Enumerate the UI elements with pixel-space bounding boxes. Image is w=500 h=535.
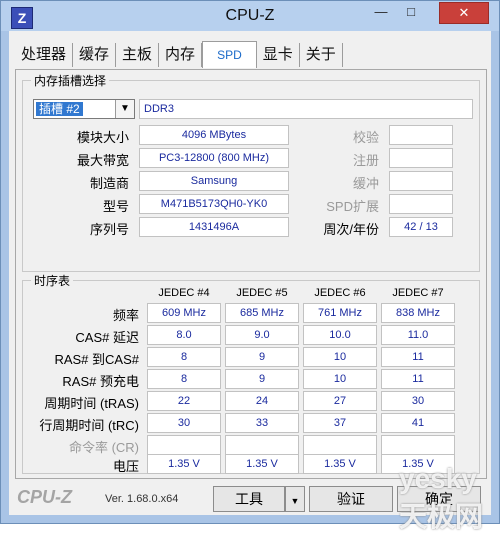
maximize-button[interactable]: □ xyxy=(397,2,425,22)
timing-cell: 11.0 xyxy=(381,325,455,345)
tab-caches[interactable]: 缓存 xyxy=(73,43,117,67)
tab-bar: 处理器 缓存 主板 内存 SPD 显卡 关于 xyxy=(15,41,343,69)
timing-cell: 1.35 V xyxy=(225,454,299,474)
correction-field xyxy=(389,125,453,145)
week-year-field: 42 / 13 xyxy=(389,217,453,237)
timing-cell: 10 xyxy=(303,347,377,367)
slot-selection-group: 内存插槽选择 插槽 #2 ▼ DDR3 模块大小 4096 MBytes 校验 … xyxy=(22,72,480,272)
title-bar[interactable]: Z CPU-Z — □ ✕ xyxy=(1,1,499,31)
column-header-jedec7: JEDEC #7 xyxy=(392,287,444,299)
timing-cell xyxy=(303,435,377,455)
tab-spd[interactable]: SPD xyxy=(202,41,257,68)
spd-panel: 内存插槽选择 插槽 #2 ▼ DDR3 模块大小 4096 MBytes 校验 … xyxy=(15,69,487,479)
tab-memory[interactable]: 内存 xyxy=(159,43,203,67)
timing-cell: 33 xyxy=(225,413,299,433)
registered-label: 注册 xyxy=(352,153,379,168)
frequency-label: 频率 xyxy=(112,308,139,323)
slot-selection-legend: 内存插槽选择 xyxy=(31,72,110,89)
timing-cell xyxy=(381,435,455,455)
timing-cell: 9.0 xyxy=(225,325,299,345)
command-rate-label: 命令率 (CR) xyxy=(68,440,139,455)
timing-cell: 24 xyxy=(225,391,299,411)
watermark: yesky 天极网 xyxy=(399,463,484,532)
timing-cell: 11 xyxy=(381,347,455,367)
cpu-z-logo: CPU-Z xyxy=(17,487,72,507)
timing-cell: 1.35 V xyxy=(303,454,377,474)
timing-cell xyxy=(147,435,221,455)
tab-graphics[interactable]: 显卡 xyxy=(257,43,300,67)
version-label: Ver. 1.68.0.x64 xyxy=(105,493,179,505)
manufacturer-field: Samsung xyxy=(139,171,289,191)
spd-ext-field xyxy=(389,194,453,214)
timing-cell xyxy=(225,435,299,455)
part-number-label: 型号 xyxy=(102,199,129,214)
slot-select-value: 插槽 #2 xyxy=(36,102,83,116)
spd-ext-label: SPD扩展 xyxy=(326,199,379,214)
client-area: 处理器 缓存 主板 内存 SPD 显卡 关于 内存插槽选择 插槽 #2 ▼ DD… xyxy=(9,31,491,515)
column-header-jedec5: JEDEC #5 xyxy=(236,287,288,299)
week-year-label: 周次/年份 xyxy=(323,222,379,237)
chevron-down-icon[interactable]: ▼ xyxy=(115,100,134,118)
part-number-field: M471B5173QH0-YK0 xyxy=(139,194,289,214)
correction-label: 校验 xyxy=(352,130,379,145)
buffered-label: 缓冲 xyxy=(352,176,379,191)
timing-cell: 30 xyxy=(381,391,455,411)
timing-cell: 609 MHz xyxy=(147,303,221,323)
tools-button[interactable]: 工具 xyxy=(213,486,285,512)
timing-cell: 9 xyxy=(225,347,299,367)
serial-number-label: 序列号 xyxy=(89,222,129,237)
module-type-field: DDR3 xyxy=(139,99,473,119)
timing-cell: 10.0 xyxy=(303,325,377,345)
timing-cell: 761 MHz xyxy=(303,303,377,323)
tab-mainboard[interactable]: 主板 xyxy=(116,43,160,67)
timing-cell: 11 xyxy=(381,369,455,389)
serial-number-field: 1431496A xyxy=(139,217,289,237)
validate-button[interactable]: 验证 xyxy=(309,486,393,512)
column-header-jedec4: JEDEC #4 xyxy=(158,287,210,299)
maximize-icon: □ xyxy=(407,4,415,19)
tab-cpu[interactable]: 处理器 xyxy=(15,43,74,67)
tab-about[interactable]: 关于 xyxy=(300,43,343,67)
module-size-field: 4096 MBytes xyxy=(139,125,289,145)
tras-label: 周期时间 (tRAS) xyxy=(44,396,139,411)
timings-legend: 时序表 xyxy=(31,272,74,289)
module-size-label: 模块大小 xyxy=(76,130,129,145)
tools-dropdown-button[interactable]: ▼ xyxy=(285,486,305,512)
timing-cell: 10 xyxy=(303,369,377,389)
timing-cell: 9 xyxy=(225,369,299,389)
max-bandwidth-field: PC3-12800 (800 MHz) xyxy=(139,148,289,168)
voltage-label: 电压 xyxy=(112,459,139,474)
registered-field xyxy=(389,148,453,168)
app-window: Z CPU-Z — □ ✕ 处理器 缓存 主板 内存 SPD 显卡 关于 内存插… xyxy=(0,0,500,532)
timing-cell: 1.35 V xyxy=(147,454,221,474)
trc-label: 行周期时间 (tRC) xyxy=(39,418,139,433)
ras-precharge-label: RAS# 预充电 xyxy=(62,374,139,389)
timing-cell: 8.0 xyxy=(147,325,221,345)
cas-latency-label: CAS# 延迟 xyxy=(75,330,139,345)
timing-cell: 27 xyxy=(303,391,377,411)
minimize-button[interactable]: — xyxy=(367,2,395,22)
close-icon: ✕ xyxy=(458,5,470,20)
minimize-icon: — xyxy=(374,4,388,19)
column-header-jedec6: JEDEC #6 xyxy=(314,287,366,299)
timings-group: 时序表 JEDEC #4 JEDEC #5 JEDEC #6 JEDEC #7 … xyxy=(22,272,480,474)
buffered-field xyxy=(389,171,453,191)
timing-cell: 30 xyxy=(147,413,221,433)
timing-cell: 8 xyxy=(147,347,221,367)
timing-cell: 22 xyxy=(147,391,221,411)
timing-cell: 838 MHz xyxy=(381,303,455,323)
timing-cell: 8 xyxy=(147,369,221,389)
ras-to-cas-label: RAS# 到CAS# xyxy=(54,352,139,367)
timing-cell: 37 xyxy=(303,413,377,433)
max-bandwidth-label: 最大带宽 xyxy=(76,153,129,168)
timing-cell: 41 xyxy=(381,413,455,433)
chevron-down-icon: ▼ xyxy=(290,496,300,506)
close-button[interactable]: ✕ xyxy=(439,2,489,24)
manufacturer-label: 制造商 xyxy=(89,176,129,191)
slot-select[interactable]: 插槽 #2 ▼ xyxy=(33,99,135,119)
timing-cell: 685 MHz xyxy=(225,303,299,323)
